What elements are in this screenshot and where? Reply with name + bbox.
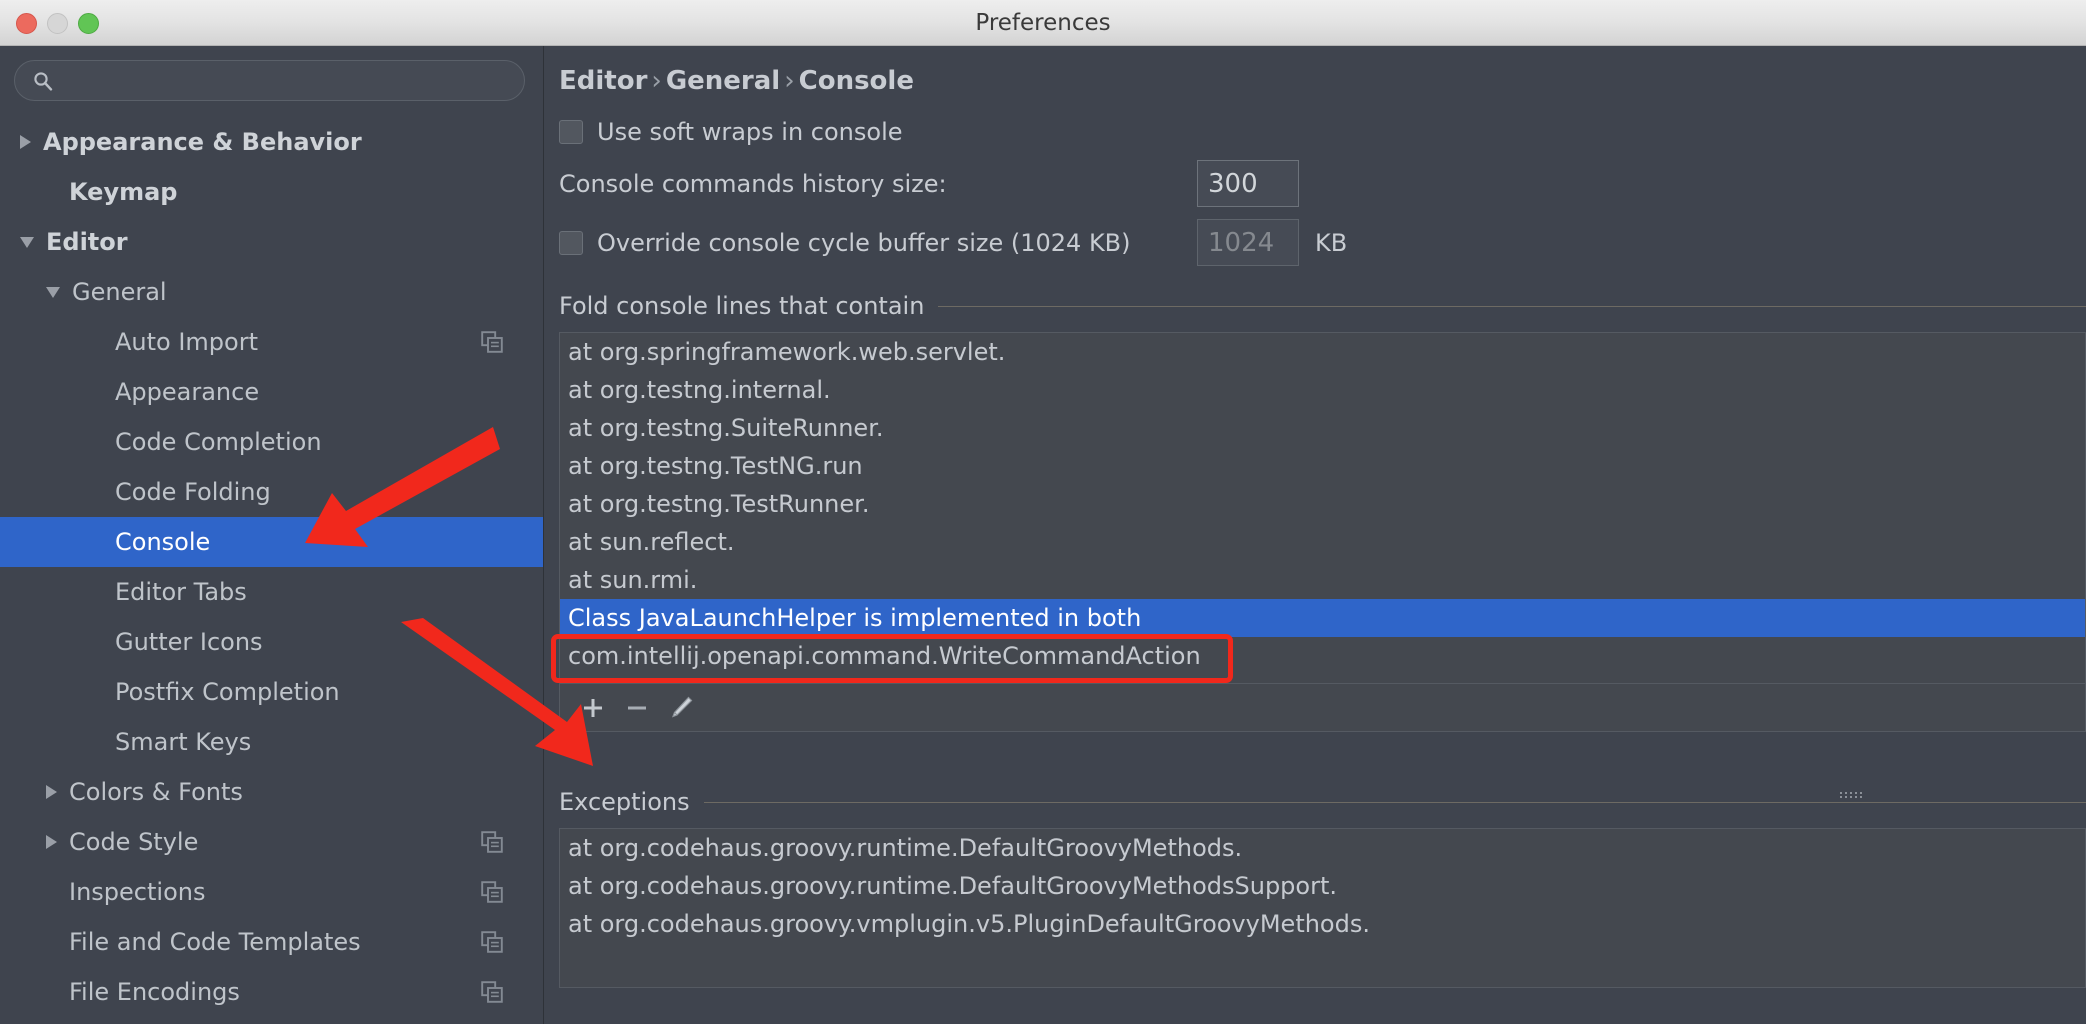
- sidebar-item-label: File and Code Templates: [69, 928, 361, 956]
- sidebar-item-label: Keymap: [69, 178, 178, 206]
- settings-sidebar: Appearance & Behavior Keymap Editor General…: [0, 46, 544, 1024]
- sidebar-item-label: Inspections: [69, 878, 206, 906]
- fold-rules-list[interactable]: at org.springframework.web.servlet. at or…: [559, 332, 2086, 684]
- exceptions-list[interactable]: at org.codehaus.groovy.runtime.DefaultGr…: [559, 828, 2086, 988]
- fold-group-divider: [938, 305, 2086, 307]
- sidebar-item-label: Console: [115, 528, 211, 556]
- history-size-input[interactable]: [1197, 160, 1299, 207]
- sidebar-item-label: Postfix Completion: [115, 678, 340, 706]
- sidebar-item-appearance-behavior[interactable]: Appearance & Behavior: [0, 117, 543, 167]
- add-button[interactable]: [576, 691, 610, 725]
- sidebar-item-label: Editor: [46, 228, 128, 256]
- fold-rules-toolbar: [559, 684, 2086, 732]
- cycle-buffer-unit-label: KB: [1315, 228, 1348, 257]
- fold-rule-item[interactable]: com.intellij.openapi.command.WriteComman…: [560, 637, 2085, 675]
- search-box[interactable]: [14, 60, 525, 101]
- exceptions-group-title: Exceptions: [559, 788, 690, 816]
- fold-rule-item[interactable]: at org.testng.internal.: [560, 371, 2085, 409]
- sidebar-item-label: Gutter Icons: [115, 628, 263, 656]
- search-area: [0, 46, 543, 101]
- sidebar-item-label: Auto Import: [115, 328, 259, 356]
- sidebar-item-code-completion[interactable]: Code Completion: [0, 417, 543, 467]
- sidebar-item-label: General: [72, 278, 167, 306]
- sidebar-item-label: Code Completion: [115, 428, 322, 456]
- fold-rule-item[interactable]: at org.testng.SuiteRunner.: [560, 409, 2085, 447]
- search-icon: [33, 71, 53, 91]
- cycle-buffer-input[interactable]: [1197, 219, 1299, 266]
- sidebar-item-general[interactable]: General: [0, 267, 543, 317]
- sidebar-item-gutter-icons[interactable]: Gutter Icons: [0, 617, 543, 667]
- fold-rule-item[interactable]: at org.testng.TestNG.run: [560, 447, 2085, 485]
- breadcrumb-part: General: [665, 66, 781, 96]
- sidebar-item-label: Colors & Fonts: [69, 778, 243, 806]
- breadcrumb-part: Console: [798, 66, 914, 96]
- sidebar-item-inspections[interactable]: Inspections: [0, 867, 543, 917]
- breadcrumb-part: Editor: [559, 66, 648, 96]
- breadcrumb-separator: ›: [651, 66, 662, 96]
- preferences-body: Appearance & Behavior Keymap Editor General…: [0, 46, 2086, 1024]
- sidebar-item-smart-keys[interactable]: Smart Keys: [0, 717, 543, 767]
- copy-icon[interactable]: [481, 881, 503, 903]
- cycle-buffer-row: Override console cycle buffer size (1024…: [559, 219, 2086, 266]
- breadcrumb-separator: ›: [784, 66, 795, 96]
- chevron-right-icon[interactable]: [46, 785, 57, 799]
- remove-button[interactable]: [620, 691, 654, 725]
- cycle-buffer-checkbox[interactable]: [559, 230, 583, 255]
- sidebar-item-colors-fonts[interactable]: Colors & Fonts: [0, 767, 543, 817]
- splitter-drag-handle[interactable]: [1840, 784, 1866, 798]
- settings-tree: Appearance & Behavior Keymap Editor General…: [0, 117, 543, 1017]
- sidebar-item-editor-tabs[interactable]: Editor Tabs: [0, 567, 543, 617]
- fold-group-header: Fold console lines that contain: [559, 292, 2086, 320]
- sidebar-item-label: Code Style: [69, 828, 199, 856]
- sidebar-item-label: Editor Tabs: [115, 578, 247, 606]
- exceptions-group-divider: [703, 801, 2086, 803]
- cycle-buffer-label: Override console cycle buffer size (1024…: [597, 228, 1131, 257]
- search-input[interactable]: [63, 61, 512, 100]
- exception-rule-item[interactable]: at org.codehaus.groovy.runtime.DefaultGr…: [560, 829, 2085, 867]
- chevron-down-icon[interactable]: [46, 286, 60, 298]
- fold-group-title: Fold console lines that contain: [559, 292, 925, 320]
- chevron-right-icon[interactable]: [20, 135, 31, 149]
- sidebar-item-label: Code Folding: [115, 478, 271, 506]
- fold-rule-item[interactable]: at org.testng.TestRunner.: [560, 485, 2085, 523]
- chevron-down-icon[interactable]: [20, 236, 34, 248]
- exception-rule-item[interactable]: at org.codehaus.groovy.runtime.DefaultGr…: [560, 867, 2085, 905]
- sidebar-item-appearance[interactable]: Appearance: [0, 367, 543, 417]
- copy-icon[interactable]: [481, 831, 503, 853]
- sidebar-item-keymap[interactable]: Keymap: [0, 167, 543, 217]
- exception-rule-item[interactable]: at org.codehaus.groovy.vmplugin.v5.Plugi…: [560, 905, 2085, 943]
- soft-wraps-row[interactable]: Use soft wraps in console: [559, 118, 2086, 146]
- fold-rule-item[interactable]: at org.springframework.web.servlet.: [560, 333, 2085, 371]
- chevron-right-icon[interactable]: [46, 835, 57, 849]
- sidebar-item-editor[interactable]: Editor: [0, 217, 543, 267]
- sidebar-item-auto-import[interactable]: Auto Import: [0, 317, 543, 367]
- copy-icon[interactable]: [481, 981, 503, 1003]
- sidebar-item-postfix-completion[interactable]: Postfix Completion: [0, 667, 543, 717]
- fold-rule-item[interactable]: at sun.reflect.: [560, 523, 2085, 561]
- settings-main-panel: Editor › General › Console Use soft wraps in…: [545, 46, 2086, 1024]
- soft-wraps-label: Use soft wraps in console: [597, 118, 903, 146]
- breadcrumb: Editor › General › Console: [559, 66, 2086, 96]
- fold-rule-item[interactable]: Class JavaLaunchHelper is implemented in…: [560, 599, 2085, 637]
- sidebar-item-label: Appearance: [115, 378, 260, 406]
- sidebar-item-file-and-code-templates[interactable]: File and Code Templates: [0, 917, 543, 967]
- soft-wraps-checkbox[interactable]: [559, 120, 583, 144]
- sidebar-item-label: Appearance & Behavior: [43, 128, 362, 156]
- sidebar-item-file-encodings[interactable]: File Encodings: [0, 967, 543, 1017]
- window-title: Preferences: [975, 10, 1111, 36]
- sidebar-item-console[interactable]: Console: [0, 517, 543, 567]
- history-size-row: Console commands history size:: [559, 160, 2086, 207]
- sidebar-item-code-folding[interactable]: Code Folding: [0, 467, 543, 517]
- sidebar-item-code-style[interactable]: Code Style: [0, 817, 543, 867]
- history-size-label: Console commands history size:: [559, 169, 947, 198]
- sidebar-item-label: File Encodings: [69, 978, 240, 1006]
- fold-rule-item[interactable]: at sun.rmi.: [560, 561, 2085, 599]
- copy-icon[interactable]: [481, 331, 503, 353]
- copy-icon[interactable]: [481, 931, 503, 953]
- edit-button[interactable]: [664, 691, 698, 725]
- window-title-bar: Preferences: [0, 0, 2086, 46]
- sidebar-item-label: Smart Keys: [115, 728, 252, 756]
